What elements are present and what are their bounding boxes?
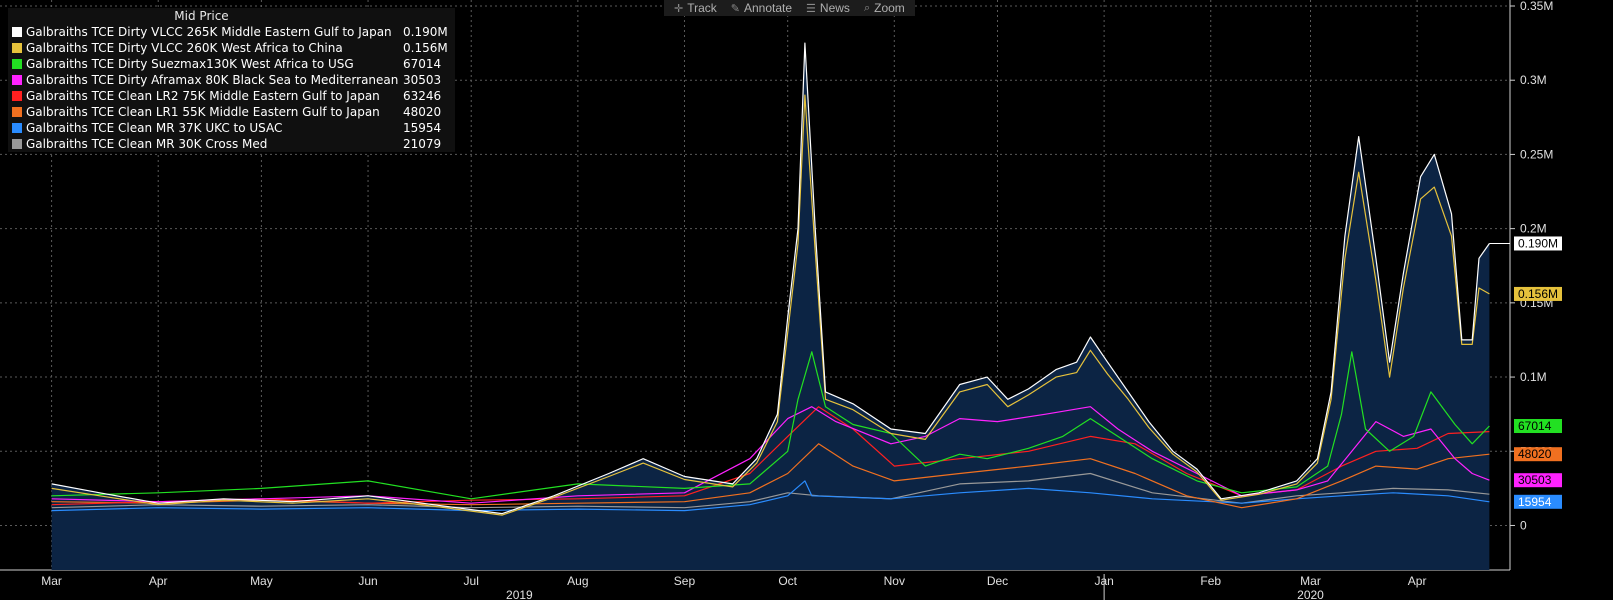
svg-text:67014: 67014: [1518, 419, 1552, 433]
zoom-button[interactable]: ⌕ Zoom: [864, 1, 905, 15]
y-tick-label: 0.2M: [1520, 222, 1547, 236]
legend-swatch: [12, 91, 22, 101]
x-tick-label: Oct: [778, 574, 797, 588]
chart-legend: Mid Price Galbraiths TCE Dirty VLCC 265K…: [8, 8, 455, 152]
svg-text:0.156M: 0.156M: [1518, 287, 1558, 301]
last-value-tag-2: 0.156M: [1514, 286, 1562, 301]
y-tick-label: 0.3M: [1520, 73, 1547, 87]
magnifier-icon: ⌕: [863, 1, 871, 14]
year-label: 2020: [1297, 588, 1324, 600]
legend-swatch: [12, 123, 22, 133]
last-value-tag-1: 0.190M: [1514, 236, 1562, 251]
last-value-tag-7: 15954: [1514, 494, 1562, 509]
x-tick-label: Nov: [884, 574, 905, 588]
x-tick-label: Apr: [149, 574, 168, 588]
svg-text:48020: 48020: [1518, 447, 1552, 461]
legend-series-name: Galbraiths TCE Clean MR 37K UKC to USAC: [26, 121, 283, 135]
x-tick-label: Mar: [41, 574, 62, 588]
legend-row[interactable]: Galbraiths TCE Dirty VLCC 265K Middle Ea…: [8, 24, 455, 40]
chart-toolbar: ✛ Track ✎ Annotate ☰ News ⌕ Zoom: [664, 0, 915, 16]
x-tick-label: Feb: [1200, 574, 1221, 588]
legend-swatch: [12, 107, 22, 117]
last-value-tag-6: 48020: [1514, 447, 1562, 462]
legend-series-name: Galbraiths TCE Dirty VLCC 265K Middle Ea…: [26, 25, 392, 39]
legend-series-name: Galbraiths TCE Clean LR1 55K Middle East…: [26, 105, 380, 119]
annotate-button[interactable]: ✎ Annotate: [731, 1, 792, 15]
legend-series-name: Galbraiths TCE Clean MR 30K Cross Med: [26, 137, 268, 151]
track-label: Track: [687, 1, 717, 15]
legend-series-name: Galbraiths TCE Dirty Suezmax130K West Af…: [26, 57, 354, 71]
legend-row[interactable]: Galbraiths TCE Clean LR2 75K Middle East…: [8, 88, 455, 104]
annotate-label: Annotate: [744, 1, 793, 15]
news-button[interactable]: ☰ News: [806, 1, 850, 15]
x-tick-label: May: [250, 574, 273, 588]
x-tick-label: Apr: [1408, 574, 1427, 588]
legend-series-name: Galbraiths TCE Dirty Aframax 80K Black S…: [26, 73, 399, 87]
legend-row[interactable]: Galbraiths TCE Dirty VLCC 260K West Afri…: [8, 40, 455, 56]
y-tick-label: 0: [1520, 518, 1527, 532]
x-tick-label: Dec: [987, 574, 1008, 588]
legend-row[interactable]: Galbraiths TCE Clean LR1 55K Middle East…: [8, 104, 455, 120]
legend-swatch: [12, 59, 22, 69]
track-button[interactable]: ✛ Track: [674, 1, 717, 15]
legend-series-name: Galbraiths TCE Clean LR2 75K Middle East…: [26, 89, 380, 103]
legend-swatch: [12, 27, 22, 37]
legend-series-value: 0.190M: [403, 25, 448, 39]
pencil-icon: ✎: [730, 2, 740, 15]
legend-series-value: 0.156M: [403, 41, 448, 55]
y-tick-label: 0.25M: [1520, 147, 1553, 161]
x-tick-label: Mar: [1300, 574, 1321, 588]
legend-series-value: 48020: [403, 105, 442, 119]
legend-series-value: 21079: [403, 137, 442, 151]
svg-text:15954: 15954: [1518, 495, 1552, 509]
x-tick-label: Aug: [567, 574, 588, 588]
legend-swatch: [12, 75, 22, 85]
svg-text:0.190M: 0.190M: [1518, 236, 1558, 250]
x-tick-label: Jul: [464, 574, 479, 588]
news-label: News: [819, 1, 850, 15]
legend-row[interactable]: Galbraiths TCE Dirty Aframax 80K Black S…: [8, 72, 455, 88]
x-tick-label: Sep: [674, 574, 696, 588]
legend-swatch: [12, 139, 22, 149]
legend-series-value: 63246: [403, 89, 442, 103]
legend-row[interactable]: Galbraiths TCE Clean MR 37K UKC to USAC 1…: [8, 120, 455, 136]
last-value-tag-3: 67014: [1514, 419, 1562, 434]
y-tick-label: 0.1M: [1520, 370, 1547, 384]
legend-series-name: Galbraiths TCE Dirty VLCC 260K West Afri…: [26, 41, 343, 55]
crosshair-icon: ✛: [674, 2, 684, 15]
zoom-label: Zoom: [874, 1, 905, 15]
legend-title: Mid Price: [174, 9, 229, 23]
legend-series-value: 30503: [403, 73, 442, 87]
legend-swatch: [12, 43, 22, 53]
last-value-tag-4: 30503: [1514, 473, 1562, 488]
svg-text:30503: 30503: [1518, 473, 1552, 487]
x-tick-label: Jun: [358, 574, 377, 588]
y-tick-label: 0.35M: [1520, 0, 1553, 13]
legend-row[interactable]: Galbraiths TCE Clean MR 30K Cross Med 210…: [8, 136, 455, 152]
legend-row[interactable]: Galbraiths TCE Dirty Suezmax130K West Af…: [8, 56, 455, 72]
legend-series-value: 15954: [403, 121, 442, 135]
news-icon: ☰: [806, 2, 816, 15]
legend-series-value: 67014: [403, 57, 442, 71]
year-label: 2019: [506, 588, 533, 600]
